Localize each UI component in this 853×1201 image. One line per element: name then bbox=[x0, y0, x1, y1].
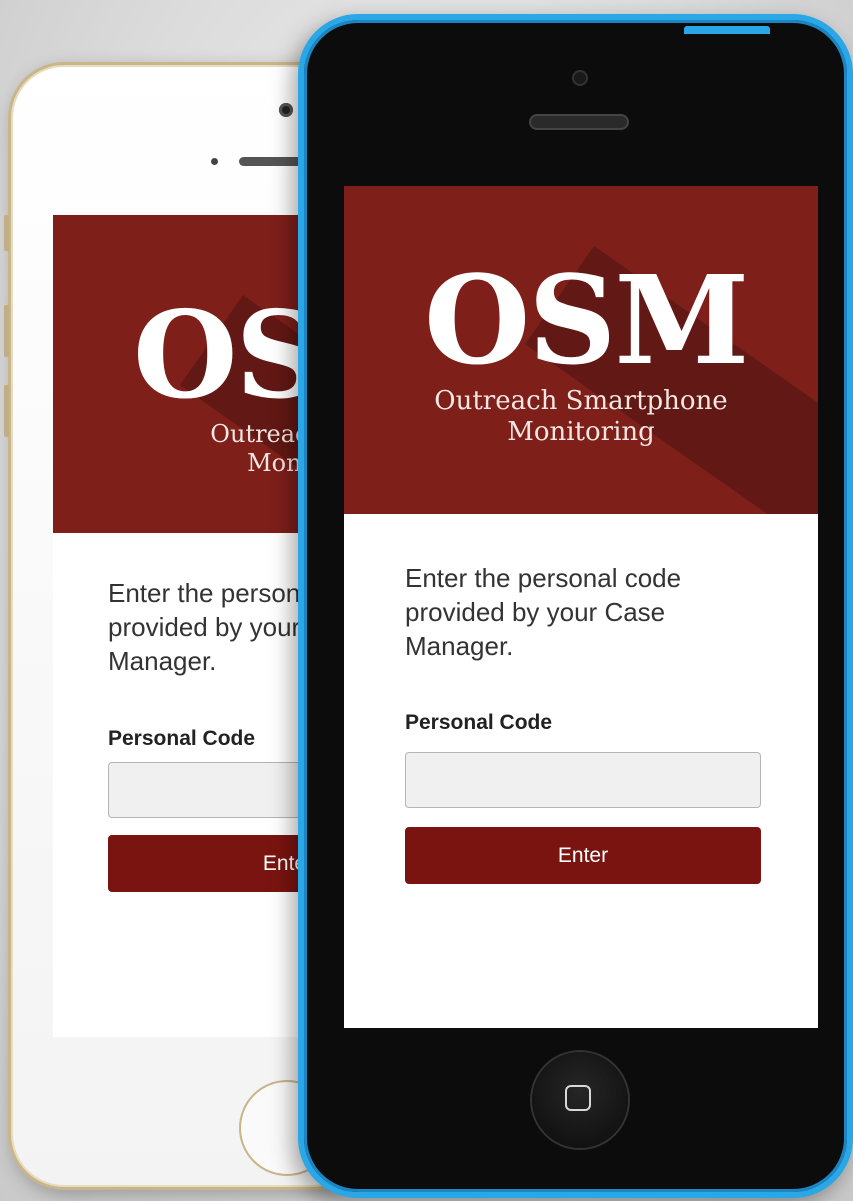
app-subtitle: Outreach Smartphone Monitoring bbox=[344, 386, 818, 448]
front-phone-screen: OSM Outreach Smartphone Monitoring Enter… bbox=[344, 186, 818, 1028]
personal-code-label: Personal Code bbox=[405, 711, 553, 734]
app-body: Enter the personal code provided by your… bbox=[344, 514, 818, 1028]
volume-up-button bbox=[4, 305, 9, 357]
front-camera-icon bbox=[279, 103, 293, 117]
sleep-wake-button bbox=[684, 26, 770, 34]
volume-down-button bbox=[4, 385, 9, 437]
instructions-text: Enter the personal code provided by your… bbox=[405, 563, 682, 661]
personal-code-input[interactable] bbox=[405, 752, 761, 808]
app-logo: OSM bbox=[424, 248, 749, 392]
enter-button[interactable]: Enter bbox=[405, 827, 761, 884]
front-camera-icon bbox=[574, 72, 586, 84]
mute-switch bbox=[4, 215, 9, 251]
front-phone: OSM Outreach Smartphone Monitoring Enter… bbox=[298, 14, 853, 1198]
earpiece-speaker bbox=[531, 116, 627, 128]
app-header: OSM Outreach Smartphone Monitoring bbox=[344, 186, 818, 514]
subtitle-line-1: Outreach Smartphone bbox=[434, 386, 728, 416]
home-button[interactable] bbox=[532, 1052, 628, 1148]
home-square-icon bbox=[565, 1085, 591, 1111]
sensor-dot bbox=[211, 158, 218, 165]
personal-code-label: Personal Code bbox=[108, 727, 256, 750]
subtitle-line-2: Monitoring bbox=[507, 417, 655, 448]
